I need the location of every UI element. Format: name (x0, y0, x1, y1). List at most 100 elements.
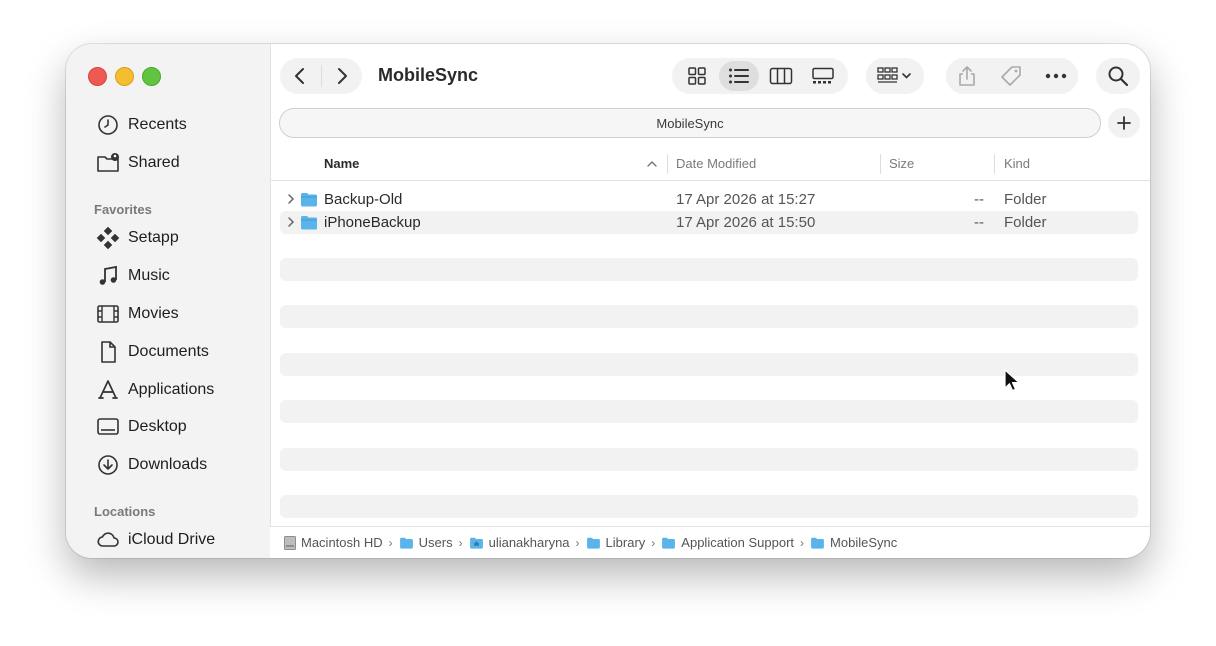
grid-icon (688, 67, 706, 85)
column-header-size[interactable]: Size (889, 148, 914, 180)
sidebar-item-label: Desktop (128, 418, 187, 435)
locations-header: Locations (94, 504, 156, 519)
empty-row-stripe (280, 305, 1138, 328)
path-separator: › (388, 535, 393, 550)
icon-view-button[interactable] (677, 61, 717, 91)
hard-drive-icon (284, 535, 296, 550)
applications-icon (98, 380, 118, 399)
film-icon (97, 305, 119, 323)
path-crumb-label: Users (418, 535, 453, 550)
folder-icon (301, 216, 317, 230)
share-icon[interactable] (957, 65, 977, 87)
sidebar-item-label: Shared (128, 154, 180, 171)
sidebar-item-label: iCloud Drive (128, 531, 216, 548)
path-crumb-mobilesync[interactable]: MobileSync (810, 535, 897, 550)
file-name: iPhoneBackup (324, 214, 421, 231)
group-by-button[interactable] (866, 58, 924, 94)
shared-folder-icon (97, 153, 119, 172)
sidebar-item-music[interactable]: Music (96, 261, 170, 291)
sidebar-item-shared[interactable]: Shared (96, 148, 180, 178)
sidebar-item-desktop[interactable]: Desktop (96, 412, 187, 442)
path-separator: › (458, 535, 463, 550)
sidebar-item-icloud-drive[interactable]: iCloud Drive (96, 525, 215, 555)
list-view-button[interactable] (719, 61, 759, 91)
sidebar-item-setapp[interactable]: Setapp (96, 223, 179, 253)
sidebar-item-documents[interactable]: Documents (96, 337, 209, 367)
column-divider[interactable] (880, 154, 881, 174)
finder-window: Recents Shared Favorites Setapp Music Mo… (66, 44, 1150, 558)
sidebar-item-label: Music (128, 267, 170, 284)
mouse-cursor-icon (1004, 369, 1020, 392)
file-name: Backup-Old (324, 191, 403, 208)
document-icon (101, 341, 116, 363)
sidebar-item-downloads[interactable]: Downloads (96, 450, 207, 480)
search-icon (1108, 66, 1129, 87)
column-divider[interactable] (994, 154, 995, 174)
column-view-button[interactable] (761, 61, 801, 91)
chevron-right-icon (337, 68, 347, 84)
path-crumb-macintosh-hd[interactable]: Macintosh HD (284, 535, 383, 550)
path-crumb-library[interactable]: Library (586, 535, 646, 550)
close-window-button[interactable] (88, 67, 107, 86)
clock-icon (98, 115, 118, 135)
music-note-icon (99, 265, 117, 285)
sort-ascending-icon[interactable] (647, 160, 657, 168)
folder-icon (662, 537, 676, 549)
path-bar: Macintosh HD › Users › ulianakharyna › L… (270, 526, 1150, 558)
path-crumb-label: Application Support (681, 535, 795, 550)
gallery-view-button[interactable] (803, 61, 843, 91)
path-separator: › (800, 535, 805, 550)
chevron-left-icon (295, 68, 305, 84)
new-tab-button[interactable] (1108, 108, 1140, 138)
minimize-window-button[interactable] (115, 67, 134, 86)
column-header-name[interactable]: Name (324, 148, 359, 180)
file-size: -- (974, 191, 984, 208)
list-icon (729, 68, 749, 84)
search-button[interactable] (1096, 58, 1140, 94)
plus-icon (1117, 116, 1131, 130)
tag-icon[interactable] (999, 65, 1023, 87)
more-icon[interactable] (1045, 73, 1067, 79)
zoom-window-button[interactable] (142, 67, 161, 86)
group-icon (877, 67, 911, 83)
path-crumb-label: ulianakharyna (488, 535, 570, 550)
action-buttons (946, 58, 1078, 94)
sidebar-item-label: Applications (128, 381, 215, 398)
path-separator: › (651, 535, 656, 550)
path-crumb-home[interactable]: ulianakharyna (469, 535, 570, 550)
cloud-icon (97, 532, 119, 547)
file-date-modified: 17 Apr 2026 at 15:27 (676, 191, 816, 208)
sidebar-item-movies[interactable]: Movies (96, 299, 179, 329)
tab-mobilesync[interactable]: MobileSync (279, 108, 1101, 138)
home-folder-icon (469, 537, 483, 549)
file-date-modified: 17 Apr 2026 at 15:50 (676, 214, 816, 231)
folder-icon (586, 537, 600, 549)
path-crumb-application-support[interactable]: Application Support (661, 535, 794, 550)
sidebar-item-recents[interactable]: Recents (96, 110, 187, 140)
sidebar: Recents Shared Favorites Setapp Music Mo… (66, 44, 271, 558)
sidebar-item-label: Documents (128, 343, 209, 360)
file-kind: Folder (1004, 191, 1047, 208)
disclosure-triangle-icon[interactable] (287, 193, 295, 205)
sidebar-item-label: Setapp (128, 229, 179, 246)
download-icon (98, 455, 118, 475)
desktop-icon (97, 418, 119, 435)
back-button[interactable] (280, 58, 321, 94)
forward-button[interactable] (321, 58, 362, 94)
divider (270, 180, 1150, 181)
table-row[interactable]: iPhoneBackup 17 Apr 2026 at 15:50 -- Fol… (280, 211, 1138, 234)
setapp-icon (96, 226, 120, 250)
path-crumb-label: Macintosh HD (301, 535, 383, 550)
column-header-kind[interactable]: Kind (1004, 148, 1030, 180)
column-header-date-modified[interactable]: Date Modified (676, 148, 756, 180)
sidebar-item-label: Movies (128, 305, 179, 322)
favorites-header: Favorites (94, 202, 152, 217)
disclosure-triangle-icon[interactable] (287, 216, 295, 228)
file-kind: Folder (1004, 214, 1047, 231)
path-crumb-users[interactable]: Users (399, 535, 453, 550)
table-row[interactable]: Backup-Old 17 Apr 2026 at 15:27 -- Folde… (280, 188, 1138, 211)
path-crumb-label: Library (605, 535, 646, 550)
sidebar-item-applications[interactable]: Applications (96, 375, 214, 405)
column-divider[interactable] (667, 154, 668, 174)
empty-row-stripe (280, 495, 1138, 518)
